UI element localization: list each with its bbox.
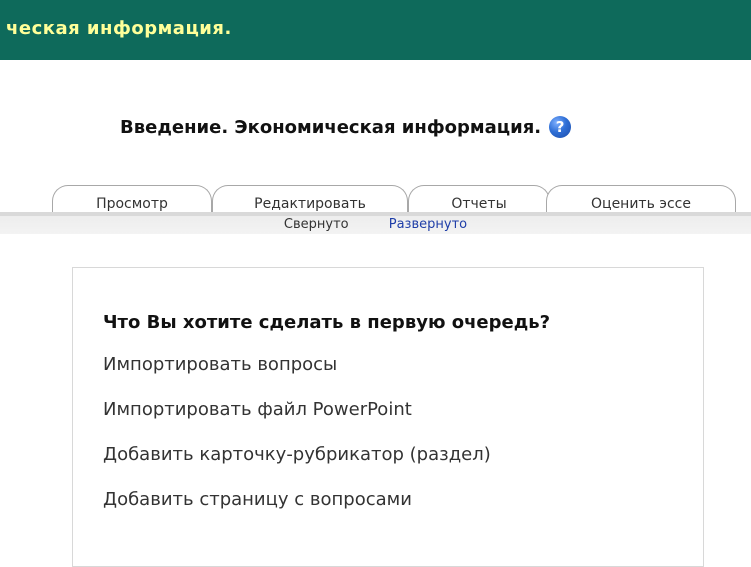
tab-strip: Просмотр Редактировать Отчеты Оценить эс…: [0, 185, 751, 215]
view-mode-options: Свернуто Развернуто: [0, 216, 751, 234]
collapsed-mode-label[interactable]: Свернуто: [284, 217, 349, 232]
tab-redaktirovat[interactable]: Редактировать: [212, 185, 408, 215]
view-mode-bar: Свернуто Развернуто: [0, 212, 751, 234]
panel-heading: Что Вы хотите сделать в первую очередь?: [103, 312, 551, 333]
action-panel: Что Вы хотите сделать в первую очередь? …: [72, 267, 704, 567]
tab-otchety[interactable]: Отчеты: [408, 185, 550, 215]
page-heading: Введение. Экономическая информация. ?: [120, 116, 572, 138]
import-powerpoint-link[interactable]: Импортировать файл PowerPoint: [103, 399, 412, 420]
tab-otsenit-esse[interactable]: Оценить эссе: [546, 185, 736, 215]
header-bar: ческая информация.: [0, 0, 751, 60]
add-rubric-card-link[interactable]: Добавить карточку-рубрикатор (раздел): [103, 444, 491, 465]
add-question-page-link[interactable]: Добавить страницу с вопросами: [103, 489, 412, 510]
header-title: ческая информация.: [6, 18, 232, 39]
help-icon[interactable]: ?: [549, 116, 572, 138]
tab-prosmotr[interactable]: Просмотр: [52, 185, 212, 215]
expanded-mode-link[interactable]: Развернуто: [389, 217, 467, 232]
import-questions-link[interactable]: Импортировать вопросы: [103, 354, 337, 375]
page-title: Введение. Экономическая информация.: [120, 116, 542, 138]
